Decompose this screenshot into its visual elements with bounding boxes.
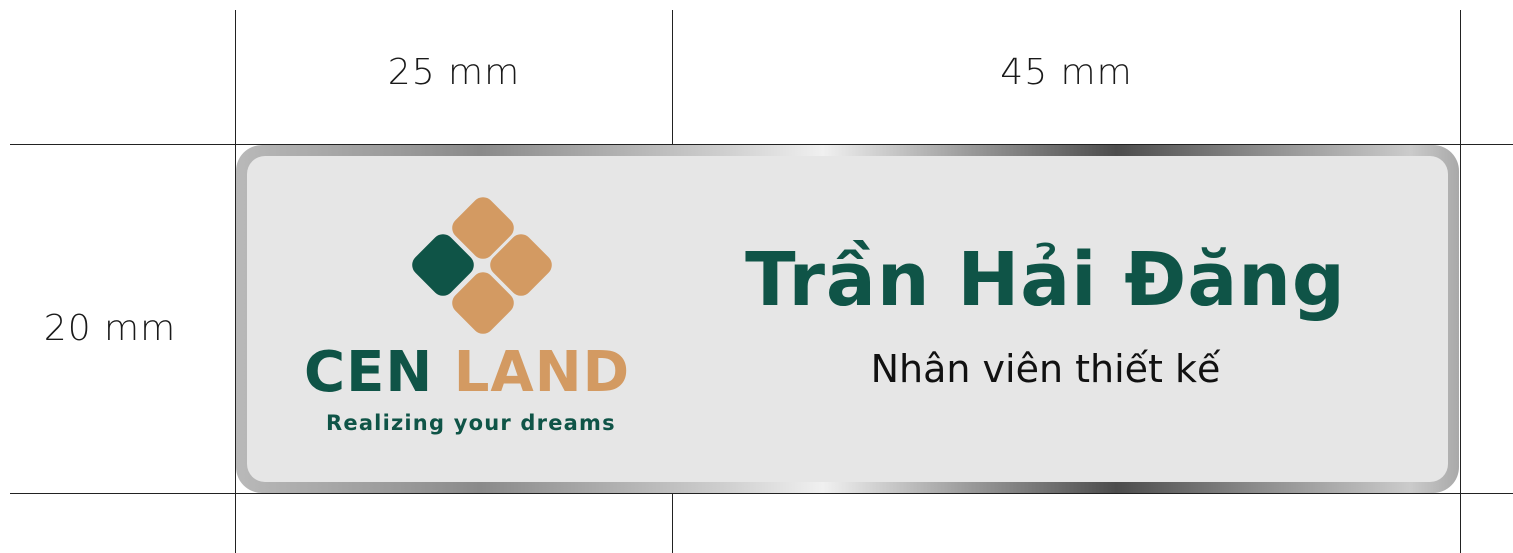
company-logo: CEN LAND Realizing your dreams	[236, 145, 672, 493]
dimension-width-45: 45 mm	[1000, 52, 1133, 93]
brand-tagline: Realizing your dreams	[326, 411, 616, 435]
brand-wordmark: CEN LAND	[304, 345, 630, 401]
name-badge: CEN LAND Realizing your dreams Trần Hải …	[236, 145, 1459, 493]
employee-name: Trần Hải Đăng	[745, 237, 1346, 323]
brand-wordmark-cen: CEN	[304, 340, 434, 405]
employee-title: Nhân viên thiết kế	[870, 347, 1221, 391]
dimension-height-20: 20 mm	[43, 308, 177, 349]
brand-wordmark-land: LAND	[453, 340, 631, 405]
dimension-width-25: 25 mm	[387, 52, 521, 93]
guide-line-bottom	[10, 493, 1513, 494]
guide-line-right	[1460, 10, 1461, 553]
